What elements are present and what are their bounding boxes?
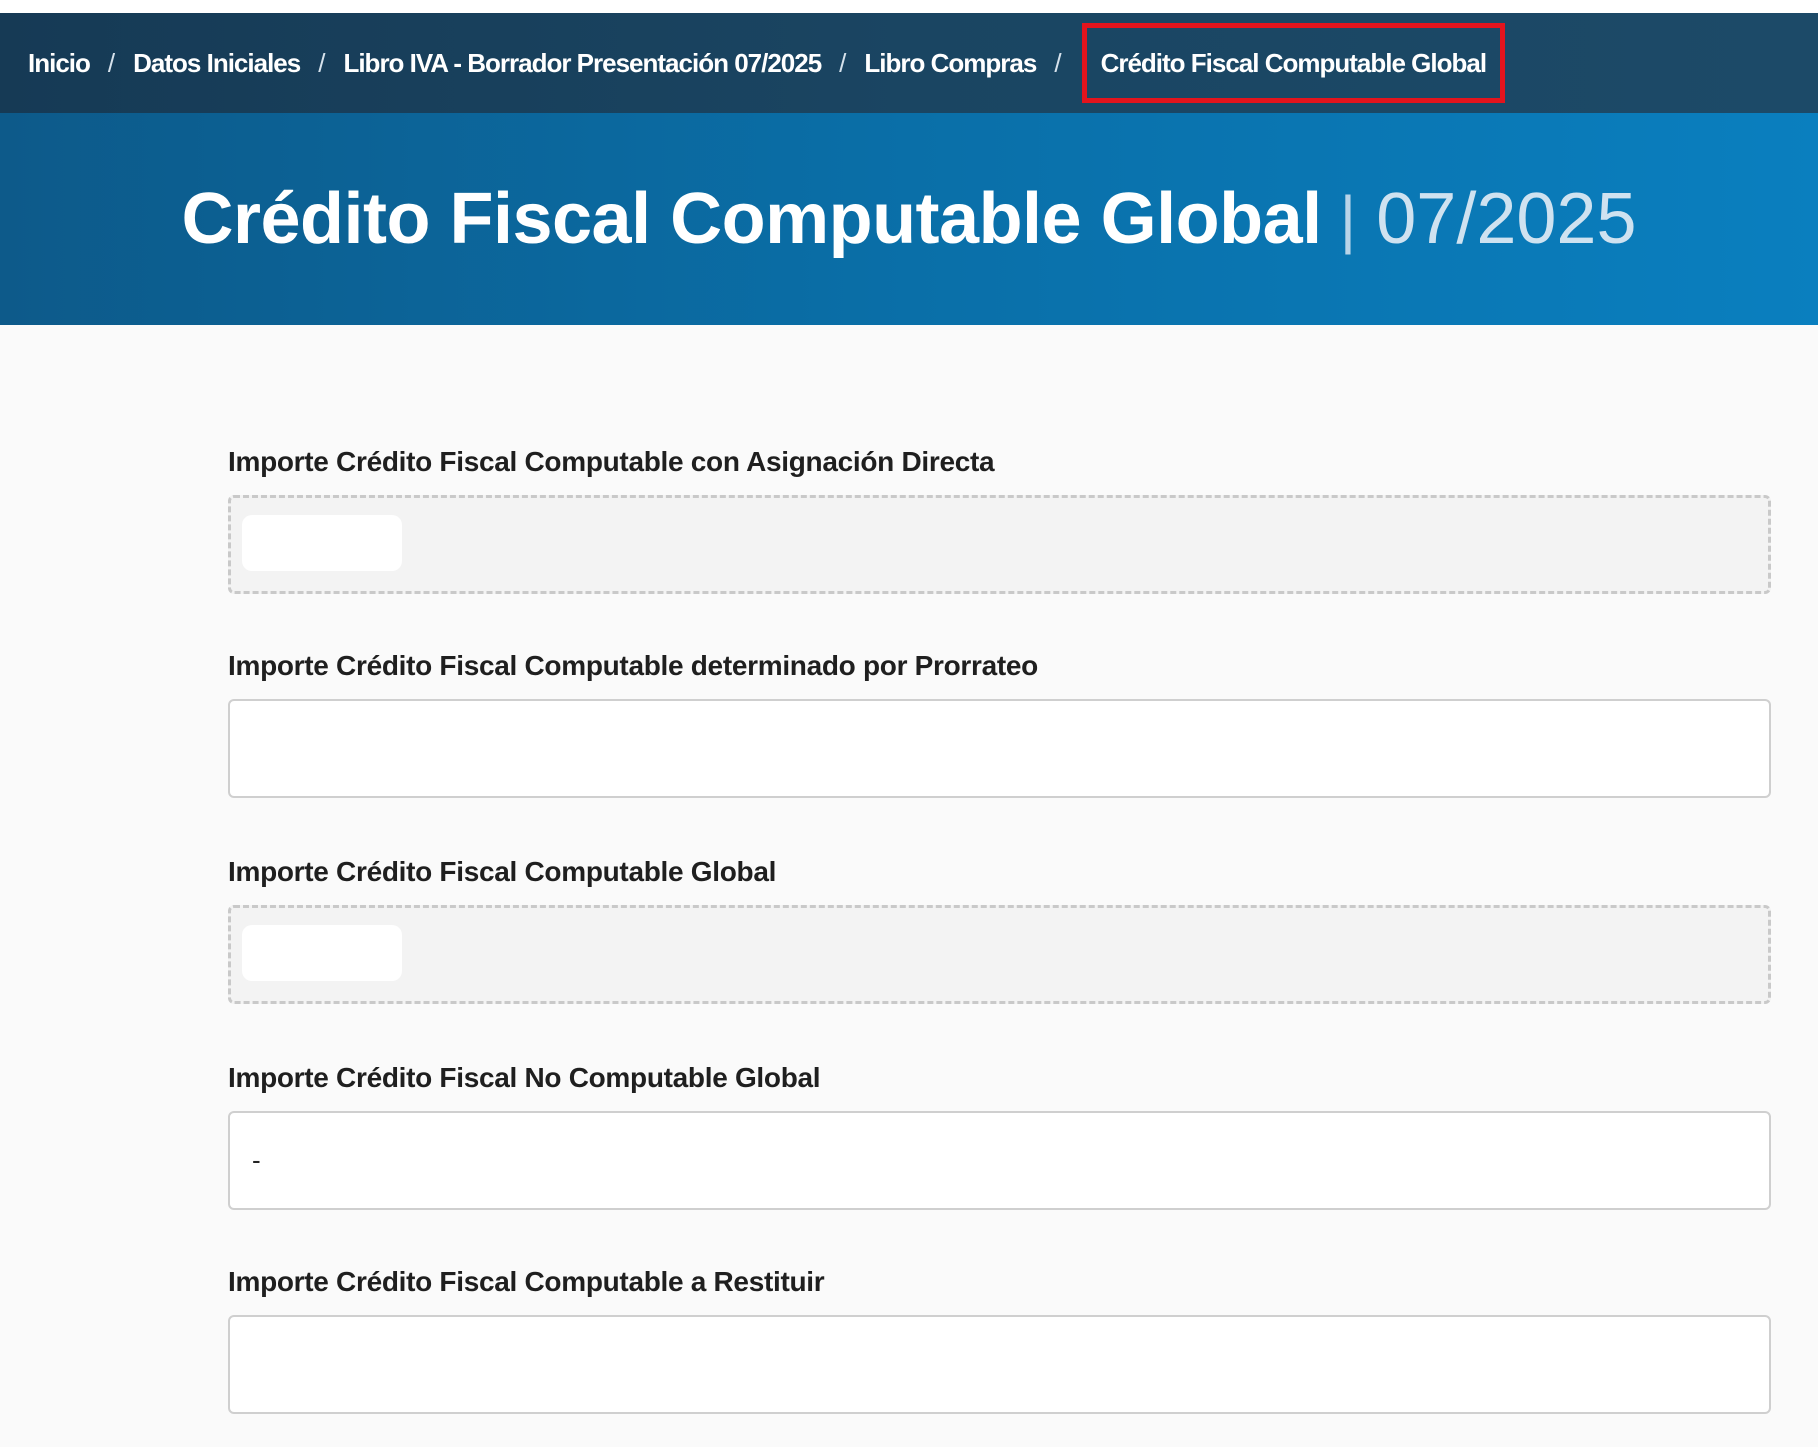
form-area: Importe Crédito Fiscal Computable con As… <box>0 325 1818 1447</box>
input-wrapper <box>228 905 1771 1004</box>
asignacion-directa-input[interactable] <box>228 495 1771 594</box>
prorrateo-input[interactable] <box>228 699 1771 798</box>
no-computable-global-input[interactable] <box>228 1111 1771 1210</box>
title-separator: | <box>1339 183 1357 255</box>
page-header: Crédito Fiscal Computable Global | 07/20… <box>0 113 1818 325</box>
breadcrumb-highlight-box: Crédito Fiscal Computable Global <box>1081 23 1506 103</box>
breadcrumb-separator: / <box>1054 47 1062 78</box>
breadcrumb-separator: / <box>107 47 116 78</box>
top-strip <box>0 0 1818 13</box>
redacted-value <box>242 515 402 571</box>
field-label: Importe Crédito Fiscal Computable a Rest… <box>228 1266 825 1297</box>
field-label: Importe Crédito Fiscal No Computable Glo… <box>228 1062 821 1093</box>
breadcrumb-item-libro-compras[interactable]: Libro Compras <box>864 48 1037 79</box>
breadcrumb-item-libro-iva-borrador[interactable]: Libro IVA - Borrador Presentación 07/202… <box>343 48 822 79</box>
breadcrumb-item-current: Crédito Fiscal Computable Global <box>1100 47 1487 78</box>
field-asignacion-directa: Importe Crédito Fiscal Computable con As… <box>228 445 1771 594</box>
field-label: Importe Crédito Fiscal Computable Global <box>228 856 777 887</box>
field-computable-global: Importe Crédito Fiscal Computable Global <box>228 855 1771 1004</box>
page-title: Crédito Fiscal Computable Global <box>181 179 1322 259</box>
input-wrapper <box>228 495 1771 594</box>
field-restituir: Importe Crédito Fiscal Computable a Rest… <box>228 1265 1771 1414</box>
field-prorrateo: Importe Crédito Fiscal Computable determ… <box>228 649 1771 798</box>
breadcrumb-item-inicio[interactable]: Inicio <box>28 48 91 79</box>
field-label: Importe Crédito Fiscal Computable determ… <box>228 650 1038 681</box>
computable-global-input[interactable] <box>228 905 1771 1004</box>
breadcrumb-separator: / <box>839 47 847 78</box>
field-no-computable-global: Importe Crédito Fiscal No Computable Glo… <box>228 1061 1771 1210</box>
page-period: 07/2025 <box>1376 179 1637 259</box>
breadcrumb: Inicio / Datos Iniciales / Libro IVA - B… <box>0 13 1818 113</box>
breadcrumb-item-datos-iniciales[interactable]: Datos Iniciales <box>133 48 301 79</box>
redacted-value <box>242 925 402 981</box>
restituir-input[interactable] <box>228 1315 1771 1414</box>
field-label: Importe Crédito Fiscal Computable con As… <box>228 446 995 477</box>
breadcrumb-separator: / <box>318 47 326 78</box>
